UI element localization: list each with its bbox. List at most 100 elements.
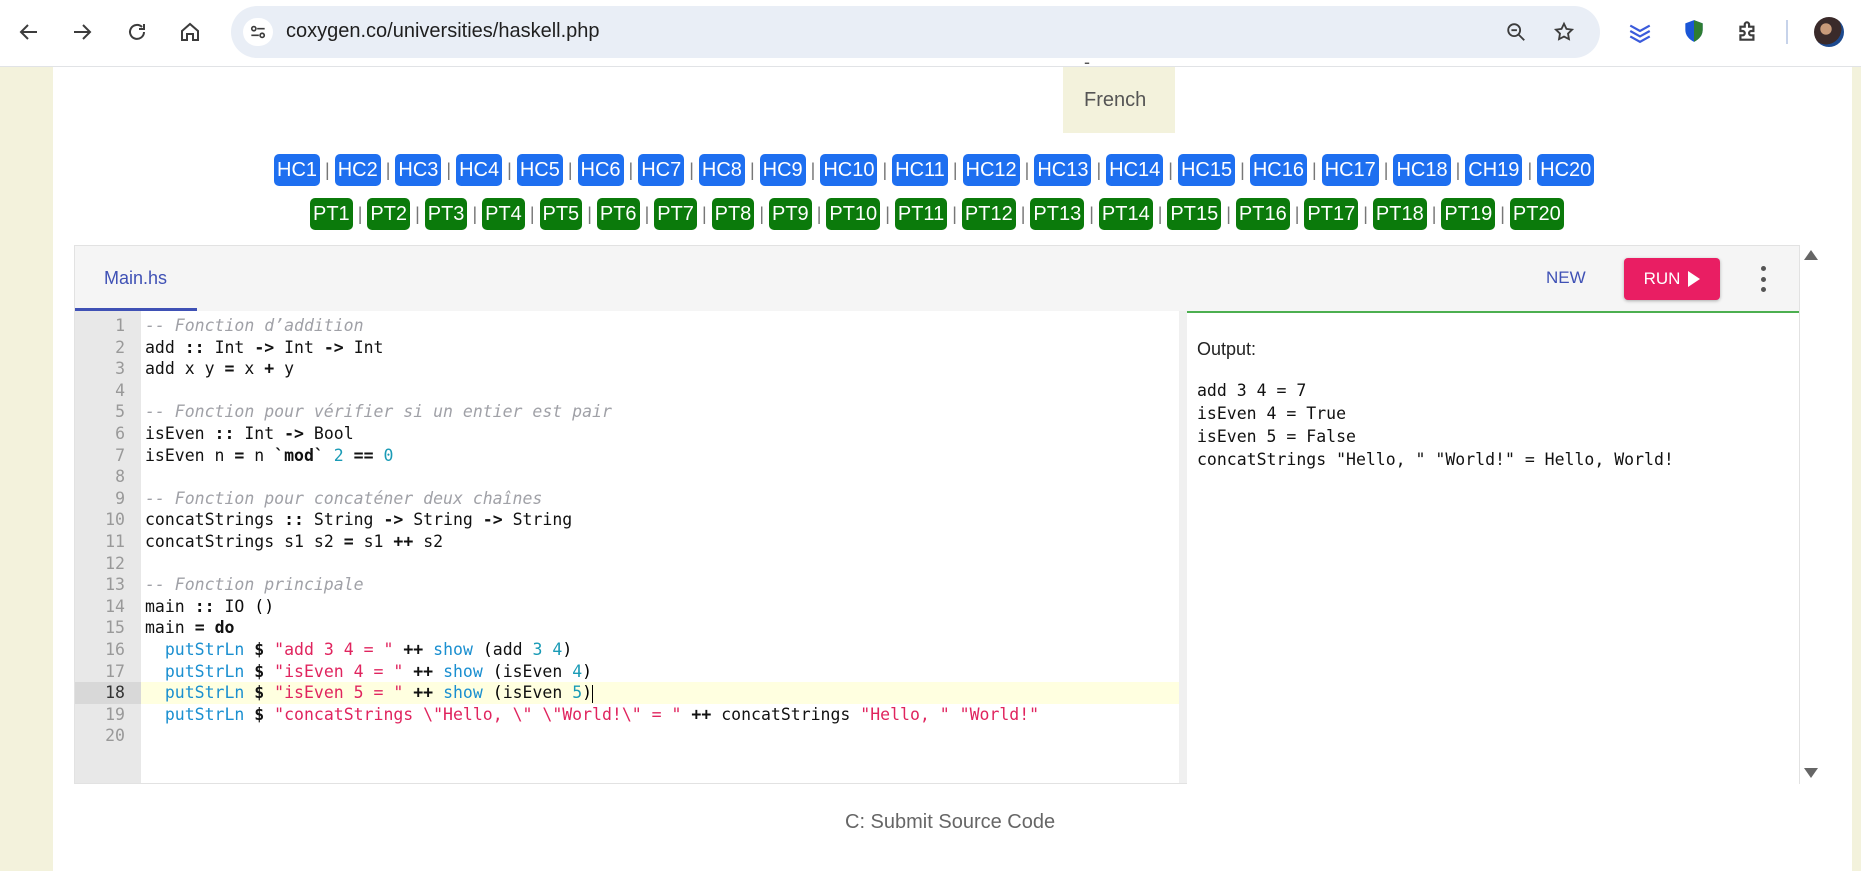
extensions-menu-button[interactable]: [1733, 16, 1763, 46]
chapter-button-hc13[interactable]: HC13: [1034, 154, 1092, 186]
code-line[interactable]: concatStrings s1 s2 = s1 ++ s2: [145, 531, 443, 553]
run-button[interactable]: RUN: [1624, 258, 1720, 300]
separator: |: [357, 203, 363, 224]
chapter-button-hc5[interactable]: HC5: [516, 154, 563, 186]
chapter-button-pt17[interactable]: PT17: [1304, 198, 1359, 230]
extension-layers-button[interactable]: [1625, 16, 1655, 46]
chapter-button-pt8[interactable]: PT8: [711, 198, 755, 230]
scroll-down-arrow-icon[interactable]: [1804, 768, 1818, 778]
separator: |: [1089, 203, 1094, 224]
separator: |: [628, 159, 634, 180]
chapter-button-pt2[interactable]: PT2: [367, 198, 411, 230]
line-number: 20: [105, 726, 125, 746]
chapter-button-hc6[interactable]: HC6: [577, 154, 624, 186]
code-line[interactable]: putStrLn $ "concatStrings \"Hello, \" \"…: [145, 704, 1039, 726]
code-line[interactable]: -- Fonction pour concaténer deux chaînes: [145, 488, 542, 510]
language-label[interactable]: French: [1084, 89, 1146, 112]
more-options-icon[interactable]: [1759, 266, 1767, 292]
zoom-button[interactable]: [1503, 19, 1529, 45]
bookmark-button[interactable]: [1551, 19, 1577, 45]
code-line[interactable]: isEven :: Int -> Bool: [145, 423, 354, 445]
submit-source-code-link[interactable]: C: Submit Source Code: [845, 811, 1055, 834]
code-line[interactable]: isEven n = n `mod` 2 == 0: [145, 445, 393, 467]
separator: |: [1383, 159, 1389, 180]
code-line[interactable]: concatStrings :: String -> String -> Str…: [145, 509, 572, 531]
chapter-button-pt6[interactable]: PT6: [596, 198, 640, 230]
chapter-button-pt4[interactable]: PT4: [482, 198, 525, 230]
back-button[interactable]: [14, 15, 44, 49]
chapter-button-ch19[interactable]: CH19: [1465, 154, 1523, 186]
chapter-button-pt5[interactable]: PT5: [539, 198, 583, 230]
separator: |: [882, 159, 888, 180]
code-line[interactable]: main = do: [145, 617, 234, 639]
toolbar-separator: [1786, 20, 1788, 44]
chapter-button-pt15[interactable]: PT15: [1167, 198, 1222, 230]
new-button[interactable]: NEW: [1546, 268, 1586, 288]
tab-main-hs[interactable]: Main.hs: [75, 246, 197, 311]
line-number: 2: [115, 337, 125, 357]
code-line[interactable]: -- Fonction pour vérifier si un entier e…: [145, 401, 612, 423]
chapter-button-hc11[interactable]: HC11: [892, 154, 948, 186]
chapter-button-hc18[interactable]: HC18: [1393, 154, 1451, 186]
shield-extension-button[interactable]: [1679, 16, 1709, 46]
chapter-button-hc7[interactable]: HC7: [638, 154, 685, 186]
code-line[interactable]: putStrLn $ "add 3 4 = " ++ show (add 3 4…: [145, 639, 572, 661]
chapter-button-hc20[interactable]: HC20: [1537, 154, 1595, 186]
code-line[interactable]: -- Fonction d’addition: [145, 315, 364, 337]
chapter-button-pt20[interactable]: PT20: [1509, 198, 1564, 230]
separator: |: [952, 159, 958, 180]
pane-resize-handle[interactable]: [1179, 311, 1187, 783]
chapter-button-pt10[interactable]: PT10: [826, 198, 881, 230]
chapter-button-pt16[interactable]: PT16: [1235, 198, 1290, 230]
line-number: 7: [115, 445, 125, 465]
chapter-button-hc3[interactable]: HC3: [395, 154, 442, 186]
line-number: 15: [105, 618, 125, 638]
separator: |: [587, 203, 592, 224]
chapter-button-hc10[interactable]: HC10: [820, 154, 878, 186]
separator: |: [1226, 203, 1231, 224]
chapter-button-pt18[interactable]: PT18: [1372, 198, 1427, 230]
separator: |: [325, 159, 330, 180]
scroll-up-arrow-icon[interactable]: [1804, 250, 1818, 260]
chapter-button-hc12[interactable]: HC12: [962, 154, 1020, 186]
text-cursor: [592, 684, 594, 703]
reload-button[interactable]: [122, 15, 152, 49]
chapter-button-hc15[interactable]: HC15: [1177, 154, 1236, 186]
home-button[interactable]: [175, 15, 205, 49]
chapter-button-pt3[interactable]: PT3: [424, 198, 468, 230]
code-line[interactable]: main :: IO (): [145, 596, 274, 618]
separator: |: [810, 159, 816, 180]
chapter-button-hc2[interactable]: HC2: [334, 154, 381, 186]
chapter-button-hc16[interactable]: HC16: [1249, 154, 1307, 186]
chapter-button-pt9[interactable]: PT9: [769, 198, 812, 230]
code-line[interactable]: add x y = x + y: [145, 358, 294, 380]
code-line[interactable]: putStrLn $ "isEven 5 = " ++ show (isEven…: [145, 682, 594, 704]
chapter-button-pt1[interactable]: PT1: [310, 198, 353, 230]
chapter-button-hc9[interactable]: HC9: [759, 154, 806, 186]
chapter-button-pt19[interactable]: PT19: [1441, 198, 1496, 230]
puzzle-extensions-icon: [1739, 21, 1755, 41]
chapter-button-pt12[interactable]: PT12: [961, 198, 1016, 230]
forward-button[interactable]: [67, 15, 97, 49]
profile-avatar[interactable]: [1814, 17, 1844, 47]
chapter-button-pt7[interactable]: PT7: [654, 198, 697, 230]
code-line[interactable]: -- Fonction principale: [145, 574, 364, 596]
chapter-button-pt14[interactable]: PT14: [1098, 198, 1153, 230]
editor-tabbar: Main.hs NEW RUN: [75, 246, 1799, 311]
extension-layers-icon: [1629, 24, 1651, 44]
line-number: 3: [115, 359, 125, 379]
chapter-button-hc17[interactable]: HC17: [1321, 154, 1379, 186]
chapter-button-pt13[interactable]: PT13: [1030, 198, 1085, 230]
code-line[interactable]: add :: Int -> Int -> Int: [145, 337, 384, 359]
url-text[interactable]: coxygen.co/universities/haskell.php: [286, 20, 600, 43]
site-info-button[interactable]: [243, 18, 273, 46]
address-bar[interactable]: coxygen.co/universities/haskell.php: [231, 6, 1600, 58]
chapter-button-pt11[interactable]: PT11: [894, 198, 948, 230]
code-editor[interactable]: -- Fonction d’addition add :: Int -> Int …: [141, 311, 1181, 783]
chapter-button-hc14[interactable]: HC14: [1106, 154, 1164, 186]
chapter-button-hc1[interactable]: HC1: [274, 154, 321, 186]
line-number: 13: [105, 575, 125, 595]
code-line[interactable]: putStrLn $ "isEven 4 = " ++ show (isEven…: [145, 661, 592, 683]
chapter-button-hc4[interactable]: HC4: [456, 154, 503, 186]
chapter-button-hc8[interactable]: HC8: [698, 154, 745, 186]
